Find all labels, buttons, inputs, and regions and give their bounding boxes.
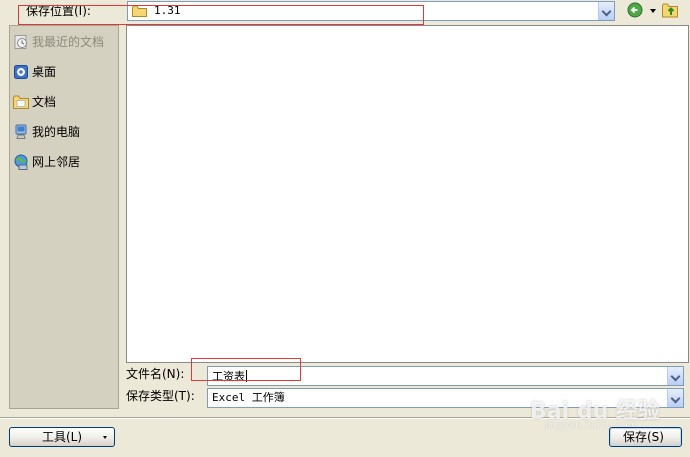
- filetype-value: Excel 工作簿: [212, 391, 285, 404]
- file-list[interactable]: [126, 25, 689, 363]
- place-documents[interactable]: 文档: [13, 92, 117, 112]
- place-label: 网上邻居: [32, 155, 81, 169]
- chevron-down-icon[interactable]: [667, 389, 683, 407]
- filename-label: 文件名(N):: [126, 367, 185, 381]
- chevron-down-icon: [103, 436, 107, 439]
- places-bar: 我最近的文档 桌面 文档 我的电脑 网上邻居: [9, 25, 119, 409]
- place-recent-documents[interactable]: 我最近的文档: [13, 32, 117, 52]
- filename-highlight-box: [191, 358, 301, 381]
- documents-folder-icon: [13, 95, 29, 109]
- place-network[interactable]: 网上邻居: [13, 152, 117, 172]
- place-label: 桌面: [32, 65, 57, 79]
- chevron-down-icon[interactable]: [598, 2, 614, 20]
- location-highlight-box: [18, 5, 424, 25]
- save-button-label: 保存(S): [623, 430, 664, 444]
- up-folder-icon[interactable]: [662, 2, 678, 18]
- back-arrow-icon[interactable]: [627, 2, 643, 18]
- place-my-computer[interactable]: 我的电脑: [13, 122, 117, 142]
- back-history-dropdown-icon[interactable]: [650, 9, 656, 13]
- filetype-label: 保存类型(T):: [126, 389, 195, 403]
- place-desktop[interactable]: 桌面: [13, 62, 117, 82]
- tools-button-label: 工具(L): [42, 430, 83, 444]
- recent-documents-icon: [14, 35, 27, 49]
- chevron-down-icon[interactable]: [667, 367, 683, 385]
- network-places-icon: [14, 154, 28, 170]
- save-button[interactable]: 保存(S): [609, 427, 682, 447]
- tools-button[interactable]: 工具(L): [9, 427, 115, 447]
- desktop-icon: [14, 65, 28, 79]
- place-label: 我的电脑: [32, 125, 81, 139]
- my-computer-icon: [15, 124, 27, 139]
- place-label: 我最近的文档: [32, 35, 105, 49]
- place-label: 文档: [32, 95, 57, 109]
